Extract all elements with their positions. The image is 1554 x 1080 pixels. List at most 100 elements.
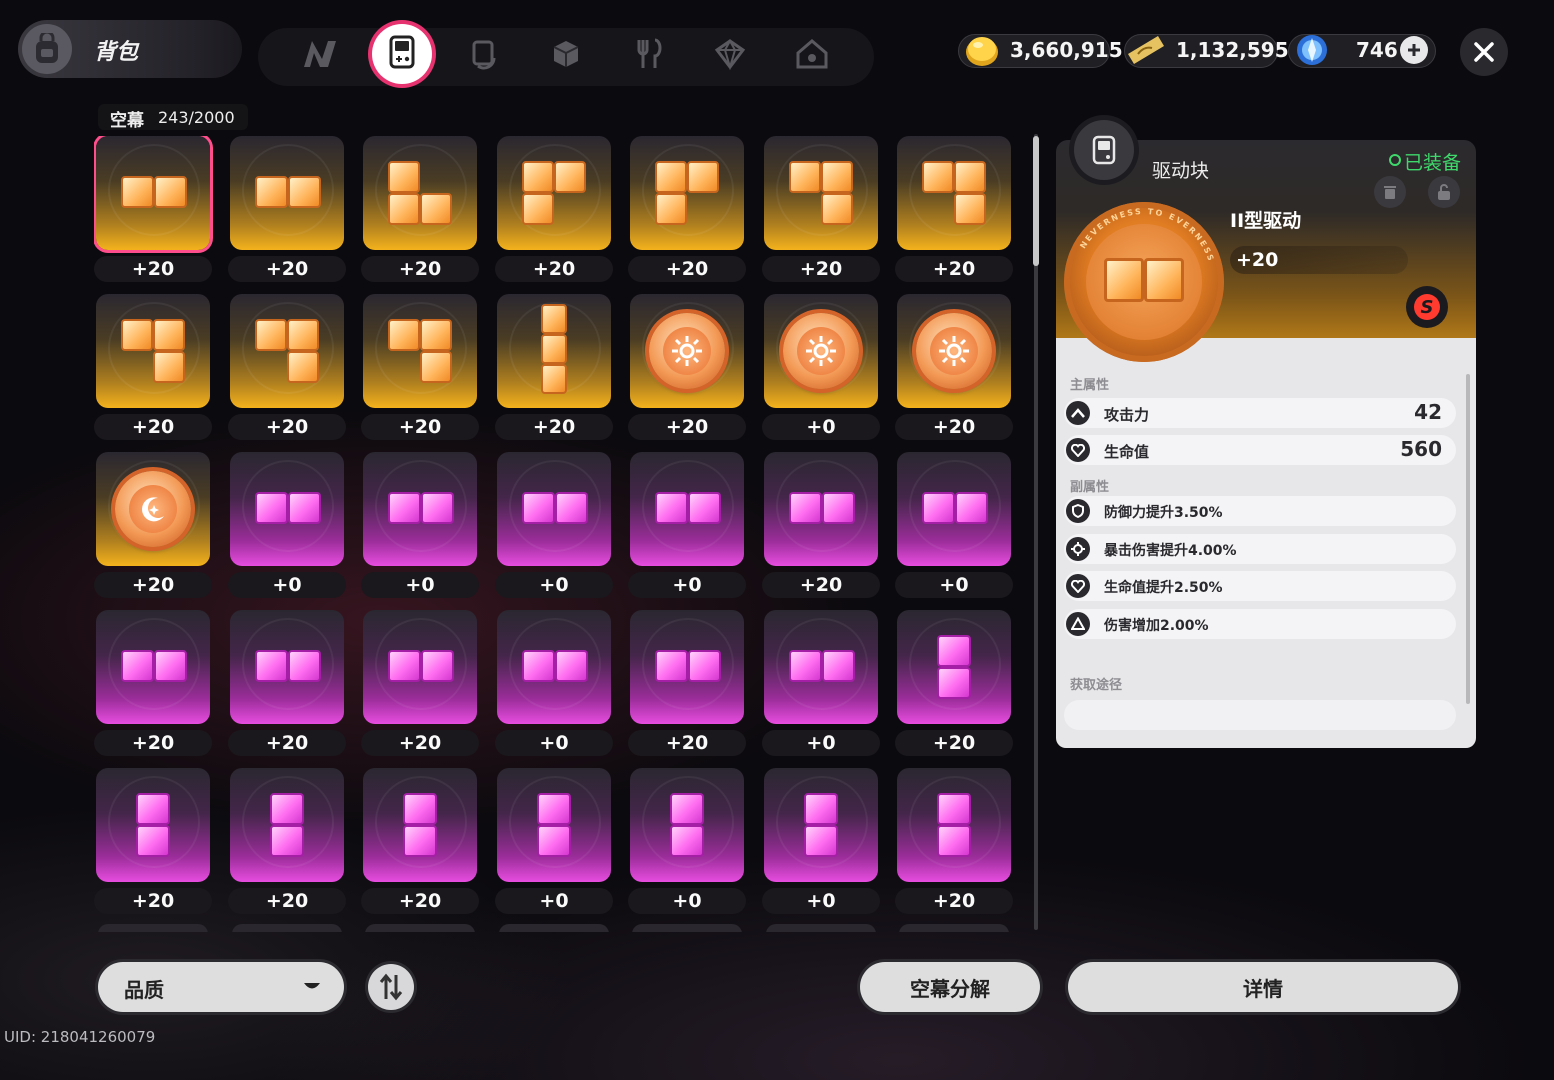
triangle-icon: [1066, 611, 1090, 636]
details-button[interactable]: 详情: [1068, 962, 1458, 1012]
slot-level: +20: [895, 730, 1013, 756]
slot-level: +20: [361, 414, 479, 440]
drive-disc-slot[interactable]: +20: [495, 294, 613, 444]
drive-disc-slot[interactable]: +20: [228, 768, 346, 918]
source-list[interactable]: [1064, 700, 1456, 730]
next-row-slot[interactable]: [499, 924, 609, 932]
drive-disc-slot[interactable]: +20: [361, 294, 479, 444]
drive-disc-emblem: NEVERNESS TO EVERNESS: [1064, 202, 1224, 362]
fork-knife-icon: [633, 38, 663, 74]
drive-disc-slot[interactable]: +0: [228, 452, 346, 602]
drive-disc-slot[interactable]: +0: [495, 452, 613, 602]
source-title: 获取途径: [1070, 678, 1123, 693]
drive-disc-slot[interactable]: +20: [762, 452, 880, 602]
next-row-slot[interactable]: [98, 924, 208, 932]
drive-disc-slot[interactable]: +20: [628, 136, 746, 286]
drive-block-icon: [230, 452, 344, 566]
slot-level: +20: [94, 256, 212, 282]
drive-block-icon: [497, 610, 611, 724]
drive-disc-slot[interactable]: +20: [361, 768, 479, 918]
category-tab-house[interactable]: [784, 30, 840, 82]
drive-disc-slot[interactable]: +20: [895, 768, 1013, 918]
next-row-slot[interactable]: [365, 924, 475, 932]
slot-level: +20: [228, 730, 346, 756]
main-stat-value: 42: [1414, 400, 1442, 424]
drive-block-icon: [230, 136, 344, 250]
attack-chevron-icon: [1066, 401, 1090, 425]
next-row-slot[interactable]: [232, 924, 342, 932]
category-tab-fork-knife[interactable]: [620, 30, 676, 82]
inventory-scroll-thumb[interactable]: [1033, 136, 1039, 266]
crystal-orb-icon: [1292, 30, 1332, 74]
drive-disc-slot[interactable]: +20: [94, 768, 212, 918]
drive-disc-slot[interactable]: +20: [94, 610, 212, 760]
handheld-console-icon: [387, 35, 417, 73]
drive-disc-slot[interactable]: +0: [495, 768, 613, 918]
drive-disc-slot[interactable]: +20: [895, 136, 1013, 286]
slot-level: +0: [628, 888, 746, 914]
lock-icon: [1438, 184, 1450, 200]
drive-disc-slot[interactable]: +0: [762, 610, 880, 760]
drive-disc-slot[interactable]: +20: [361, 136, 479, 286]
slot-level: +0: [762, 888, 880, 914]
drive-disc-slot[interactable]: +20: [94, 136, 212, 286]
n-logo-icon: [302, 39, 338, 73]
drive-disc-slot[interactable]: +20: [228, 136, 346, 286]
slot-level: +20: [361, 888, 479, 914]
add-currency-button[interactable]: [1400, 36, 1428, 64]
slot-level: +20: [361, 730, 479, 756]
drive-disc-slot[interactable]: +0: [895, 452, 1013, 602]
discard-button[interactable]: [1374, 176, 1406, 208]
category-tab-n-logo[interactable]: [292, 30, 348, 82]
next-row-slot[interactable]: [766, 924, 876, 932]
sort-order-button[interactable]: [368, 964, 414, 1010]
slot-level: +20: [94, 414, 212, 440]
drive-disc-slot[interactable]: +20: [895, 610, 1013, 760]
category-tab-gem-box[interactable]: [702, 30, 758, 82]
close-button[interactable]: [1460, 28, 1508, 76]
drive-block-icon: [497, 452, 611, 566]
slot-level: +20: [228, 256, 346, 282]
drive-block-icon: [630, 136, 744, 250]
house-icon: [795, 38, 829, 74]
item-category: 驱动块: [1152, 160, 1210, 182]
next-row-slot[interactable]: [632, 924, 742, 932]
lock-button[interactable]: [1428, 176, 1460, 208]
drive-disc-slot[interactable]: +0: [361, 452, 479, 602]
currency-value: 3,660,915: [1010, 38, 1123, 62]
category-tab-cube[interactable]: [538, 30, 594, 82]
drive-disc-slot[interactable]: +20: [94, 294, 212, 444]
drive-disc-slot[interactable]: +20: [361, 610, 479, 760]
category-tab-handheld-console[interactable]: [372, 24, 432, 84]
chevron-down-icon: [304, 983, 320, 989]
drive-disc-slot[interactable]: +20: [628, 294, 746, 444]
drive-disc-slot[interactable]: +0: [495, 610, 613, 760]
dismantle-button[interactable]: 空幕分解: [860, 962, 1040, 1012]
drive-block-icon: [230, 294, 344, 408]
drive-block-icon: [630, 768, 744, 882]
page-title: 背包: [94, 40, 139, 65]
drive-disc-slot[interactable]: +20: [228, 610, 346, 760]
currency-value: 746: [1356, 38, 1398, 62]
drive-disc-slot[interactable]: +0: [762, 768, 880, 918]
drive-disc-slot[interactable]: +20: [895, 294, 1013, 444]
drive-disc-slot[interactable]: +20: [762, 136, 880, 286]
drive-disc-slot[interactable]: +20: [495, 136, 613, 286]
drive-block-icon: [363, 452, 477, 566]
slot-level: +20: [762, 572, 880, 598]
gem-box-icon: [714, 38, 746, 74]
category-tab-cards[interactable]: [456, 30, 512, 82]
drive-disc-slot[interactable]: +0: [762, 294, 880, 444]
drive-block-icon: [96, 768, 210, 882]
drive-disc-slot[interactable]: +20: [628, 610, 746, 760]
drive-disc-slot[interactable]: +0: [628, 768, 746, 918]
drive-disc-slot[interactable]: +20: [94, 452, 212, 602]
detail-scrollbar[interactable]: [1466, 374, 1470, 704]
next-row-slot[interactable]: [899, 924, 1009, 932]
sun-coin-icon: [897, 294, 1011, 408]
slot-level: +20: [895, 888, 1013, 914]
drive-block-icon: [764, 136, 878, 250]
slot-level: +0: [495, 572, 613, 598]
drive-disc-slot[interactable]: +0: [628, 452, 746, 602]
drive-disc-slot[interactable]: +20: [228, 294, 346, 444]
